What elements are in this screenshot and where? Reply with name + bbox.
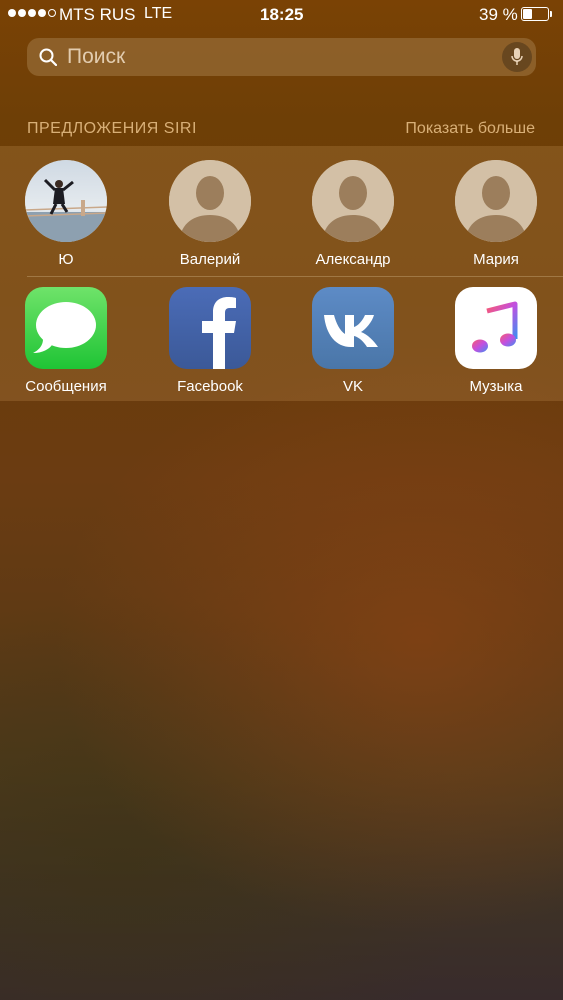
contact-aleksandr[interactable]: Александр xyxy=(293,160,413,268)
contact-photo-avatar xyxy=(25,160,107,242)
avatar xyxy=(169,160,251,242)
app-name: Сообщения xyxy=(25,378,107,395)
network-type: LTE xyxy=(144,5,173,22)
battery-percent: 39 % xyxy=(479,5,518,24)
battery-icon xyxy=(521,7,549,21)
app-music[interactable]: Музыка xyxy=(436,287,556,395)
avatar xyxy=(455,160,537,242)
status-bar: MTS RUS LTE 18:25 39 % xyxy=(0,0,563,30)
clock: 18:25 xyxy=(260,5,304,24)
messages-icon xyxy=(25,287,107,369)
app-vk[interactable]: VK xyxy=(293,287,413,395)
divider xyxy=(27,276,563,277)
app-name: Facebook xyxy=(177,378,243,395)
battery-tip xyxy=(550,11,552,17)
battery-level xyxy=(523,9,532,19)
person-silhouette-icon xyxy=(312,160,394,242)
show-more-button[interactable]: Показать больше xyxy=(405,120,535,138)
apps-row: Сообщения Facebook VK Музыка xyxy=(0,287,563,401)
search-field[interactable]: Поиск xyxy=(27,38,536,76)
search-placeholder: Поиск xyxy=(67,45,126,68)
app-name: Музыка xyxy=(469,378,523,395)
contacts-row: Ю Валерий Александр Мария xyxy=(0,160,563,274)
person-silhouette-icon xyxy=(455,160,537,242)
app-name: VK xyxy=(342,378,363,395)
contact-mariya[interactable]: Мария xyxy=(436,160,556,268)
contact-name: Мария xyxy=(473,251,519,268)
search-icon xyxy=(39,48,57,66)
facebook-icon xyxy=(169,287,251,369)
contact-yu[interactable]: Ю xyxy=(6,160,126,268)
person-silhouette-icon xyxy=(169,160,251,242)
app-facebook[interactable]: Facebook xyxy=(150,287,270,395)
siri-suggestions-panel: Ю Валерий Александр Мария Сообщения Face… xyxy=(0,146,563,401)
contact-valeriy[interactable]: Валерий xyxy=(150,160,270,268)
microphone-icon xyxy=(511,48,523,65)
vk-icon xyxy=(312,287,394,369)
contact-name: Александр xyxy=(315,251,391,268)
siri-suggestions-title: ПРЕДЛОЖЕНИЯ SIRI xyxy=(27,120,197,137)
contact-name: Валерий xyxy=(179,251,241,268)
carrier-name: MTS RUS xyxy=(59,5,136,24)
dictation-button[interactable] xyxy=(502,42,532,72)
contact-photo xyxy=(25,160,107,242)
avatar xyxy=(312,160,394,242)
contact-name: Ю xyxy=(58,251,74,268)
app-messages[interactable]: Сообщения xyxy=(6,287,126,395)
signal-strength-icon xyxy=(8,9,56,17)
music-icon xyxy=(455,287,537,369)
